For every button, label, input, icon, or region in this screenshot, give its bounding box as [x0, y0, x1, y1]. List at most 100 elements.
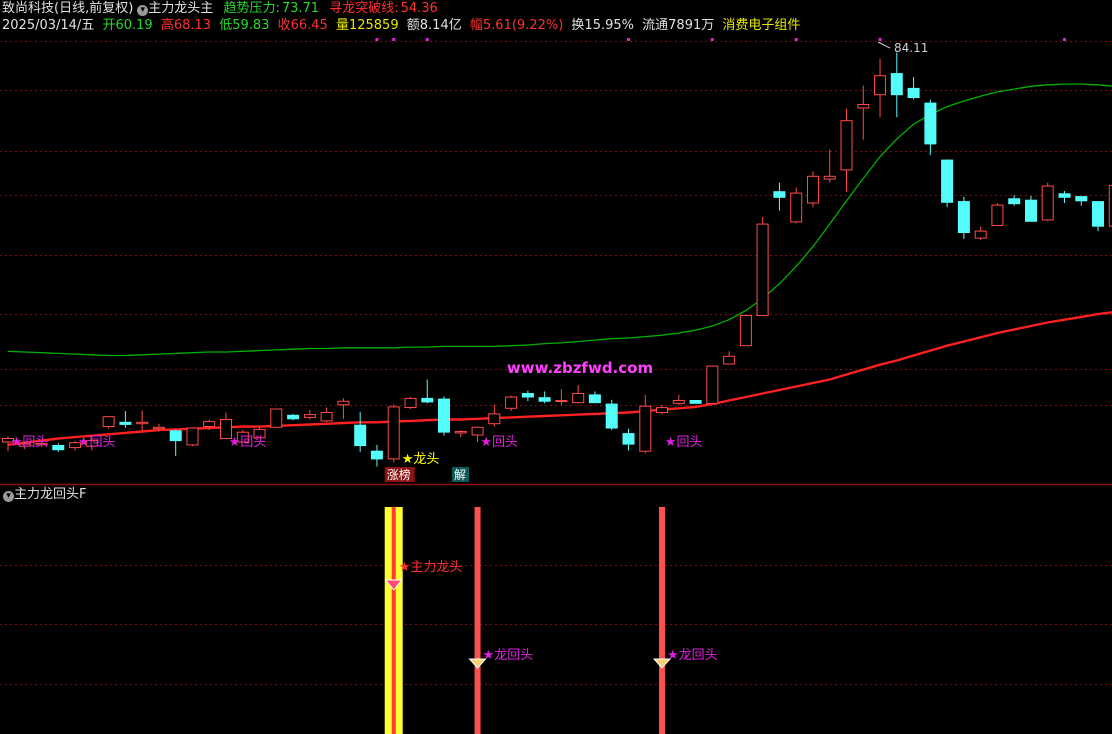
signal-label: ★回头	[229, 435, 267, 450]
candle[interactable]	[639, 394, 652, 454]
quote-date: 2025/03/14/五	[2, 18, 95, 33]
candle-body	[471, 426, 484, 436]
breakout-value: 54.36	[400, 1, 438, 16]
candle[interactable]	[991, 202, 1004, 227]
candle[interactable]	[438, 396, 450, 436]
candle[interactable]	[1025, 195, 1037, 222]
candle[interactable]	[941, 159, 954, 208]
candle[interactable]	[320, 407, 333, 423]
candle-body	[689, 400, 702, 404]
high-value: 68.13	[173, 18, 212, 33]
candle[interactable]	[1058, 191, 1071, 203]
signal-label: ★回头	[665, 435, 703, 450]
candle-body	[588, 394, 601, 404]
candle[interactable]	[119, 411, 132, 428]
candlesticks[interactable]	[2, 52, 1112, 467]
candle[interactable]	[807, 171, 819, 208]
candle[interactable]	[387, 404, 400, 463]
sub-panel-title[interactable]: 主力龙回头F	[14, 487, 86, 502]
candle[interactable]	[739, 315, 752, 347]
candle[interactable]	[672, 394, 685, 406]
candle-body	[1008, 198, 1021, 205]
candle[interactable]	[404, 397, 417, 409]
candle[interactable]	[354, 411, 367, 452]
dragon-head-label: ★龙头	[402, 452, 440, 467]
chg-label: 幅	[469, 18, 483, 33]
sub-bar-label: ★龙回头	[667, 648, 718, 663]
candle-body	[756, 223, 769, 317]
candle-body	[538, 397, 551, 402]
turnover-value: 15.95%	[584, 18, 634, 33]
candle[interactable]	[421, 379, 434, 404]
candle[interactable]	[454, 430, 467, 438]
candle[interactable]	[957, 196, 970, 239]
candle[interactable]	[136, 410, 149, 431]
candle-body	[773, 191, 786, 198]
candle-body	[656, 407, 668, 414]
candle-body	[102, 416, 115, 428]
chevron-down-icon[interactable]: ▾	[3, 491, 14, 502]
candle[interactable]	[1008, 195, 1021, 206]
ma-red-line	[7, 311, 1112, 446]
sub-bar-core	[391, 507, 396, 734]
candle[interactable]	[521, 390, 534, 402]
candle[interactable]	[622, 428, 635, 451]
candle[interactable]	[102, 416, 115, 429]
tag-label: 涨榜	[387, 467, 411, 482]
amt-value: 8.14亿	[419, 18, 462, 33]
candle[interactable]	[370, 444, 383, 467]
candle[interactable]	[874, 58, 886, 118]
candle[interactable]	[840, 108, 853, 192]
chg-value: 5.61(9.22%)	[482, 18, 564, 33]
candle[interactable]	[538, 391, 551, 404]
sub-panel-header: ▾ 主力龙回头F	[2, 487, 86, 503]
marker-dot	[425, 38, 429, 41]
candle[interactable]	[857, 85, 870, 140]
candle[interactable]	[270, 408, 283, 428]
candle[interactable]	[656, 404, 668, 415]
candle[interactable]	[588, 391, 601, 404]
candle[interactable]	[169, 429, 182, 457]
candle[interactable]	[974, 226, 987, 241]
sub-grid-lines	[0, 565, 1112, 685]
candle[interactable]	[186, 427, 199, 447]
candle[interactable]	[689, 400, 702, 404]
candle-body	[1041, 185, 1054, 221]
candle[interactable]	[823, 149, 836, 183]
candle[interactable]	[790, 187, 803, 224]
candle[interactable]	[287, 413, 300, 421]
candle-body	[572, 393, 585, 404]
sector-label[interactable]: 消费电子组件	[722, 18, 800, 33]
candle-body	[303, 414, 316, 418]
candle-body	[857, 104, 870, 109]
candle-body	[1092, 201, 1104, 227]
candle[interactable]	[337, 398, 350, 419]
amt-label: 额	[406, 18, 420, 33]
candle[interactable]	[756, 217, 769, 317]
candle[interactable]	[505, 395, 518, 412]
candle[interactable]	[488, 404, 501, 427]
candle[interactable]	[890, 52, 903, 118]
candle-body	[354, 424, 367, 447]
candle[interactable]	[572, 385, 585, 404]
trend-value: 73.71	[281, 1, 320, 16]
candle[interactable]	[303, 409, 316, 420]
candle-body	[807, 175, 819, 204]
candle[interactable]	[706, 365, 719, 404]
candle[interactable]	[924, 99, 937, 156]
indicator-name[interactable]: 主力龙头主	[148, 1, 213, 16]
candle[interactable]	[773, 182, 786, 211]
stock-chart[interactable]: ★回头 ★回头 ★回头 ★回头 ★回头 ★龙头涨榜 解 www.zbzfwd.com 84.…	[0, 0, 1112, 734]
candle-body	[136, 421, 149, 425]
marker-dot	[878, 38, 882, 41]
candle[interactable]	[1075, 196, 1088, 206]
candle[interactable]	[1092, 201, 1104, 232]
candle[interactable]	[605, 399, 618, 431]
candle[interactable]	[52, 443, 65, 452]
chevron-down-icon[interactable]: ▾	[137, 5, 149, 16]
candle[interactable]	[555, 389, 568, 405]
candle[interactable]	[1041, 182, 1054, 222]
sub-bar-label: ★龙回头	[483, 648, 534, 663]
candle[interactable]	[723, 351, 736, 365]
candle[interactable]	[907, 77, 920, 100]
